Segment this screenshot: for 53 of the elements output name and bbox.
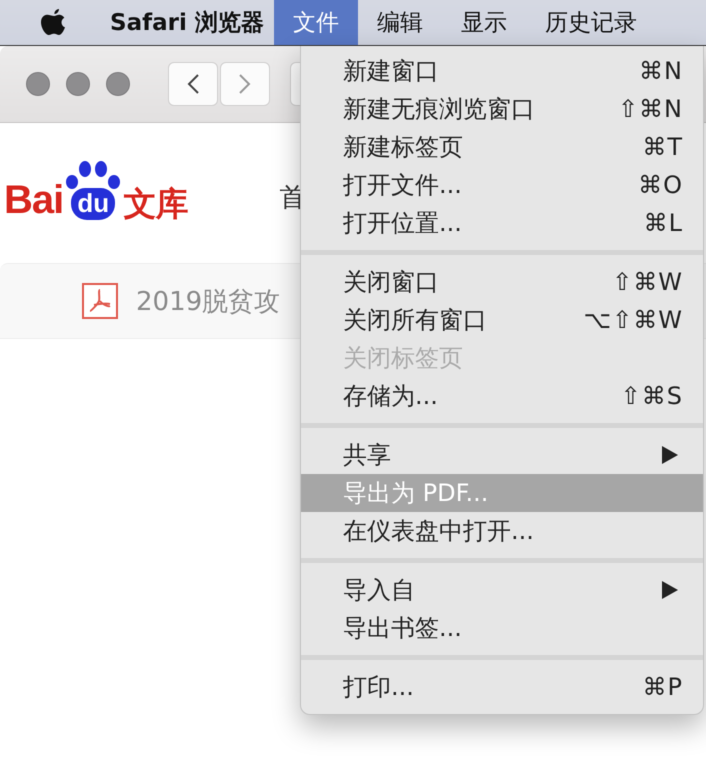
shortcut-text: ⌘N [639, 57, 683, 85]
menu-item[interactable]: 关闭所有窗口 ⌥⇧⌘W [301, 301, 703, 339]
menu-item-label: 共享 [343, 440, 392, 471]
menu-item[interactable]: 新建标签页 ⌘T [301, 128, 703, 166]
menu-item-label: 新建标签页 [343, 132, 464, 163]
chevron-right-icon [238, 73, 252, 95]
menu-item-label: 导出为 PDF... [343, 478, 490, 509]
menu-item[interactable]: 存储为... ⇧⌘S [301, 377, 703, 415]
menu-bar-item[interactable]: 历史记录 [526, 0, 656, 45]
shortcut-text: ⇧⌘N [618, 95, 683, 123]
menu-item-label: 导出书签... [343, 613, 463, 644]
chevron-left-icon [186, 73, 200, 95]
menu-item-label: 新建无痕浏览窗口 [343, 94, 536, 125]
minimize-button[interactable] [66, 72, 90, 96]
back-button[interactable] [168, 62, 218, 106]
menu-item-label: 存储为... [343, 381, 439, 412]
menu-item-label: 关闭所有窗口 [343, 305, 488, 336]
menu-item[interactable]: 打印... ⌘P [301, 668, 703, 706]
shortcut-text: ⇧⌘S [620, 382, 683, 410]
menu-item-label: 在仪表盘中打开... [343, 516, 535, 547]
pdf-icon [82, 283, 118, 319]
logo-text: du [71, 188, 116, 220]
menu-item-label: 导入自 [343, 575, 416, 606]
menu-bar-item[interactable]: 显示 [442, 0, 526, 45]
menu-item[interactable]: 在仪表盘中打开... [301, 512, 703, 550]
menu-item[interactable]: 打开文件... ⌘O [301, 166, 703, 204]
menu-item[interactable]: 导出书签... [301, 609, 703, 647]
menu-item-label: 打开文件... [343, 170, 463, 201]
shortcut-text: ⇧⌘W [612, 268, 683, 296]
menu-item-label: 关闭窗口 [343, 267, 440, 298]
menu-item[interactable]: 新建窗口 ⌘N [301, 52, 703, 90]
shortcut-text: ⌘P [642, 673, 683, 701]
menu-item-label: 关闭标签页 [343, 343, 464, 374]
app-menu[interactable]: Safari 浏览器 [98, 0, 274, 45]
menu-item[interactable]: 打开位置... ⌘L [301, 204, 703, 242]
close-button[interactable] [26, 72, 50, 96]
shortcut-text: ⌘L [644, 209, 683, 237]
menu-item[interactable]: 导入自 [301, 571, 703, 609]
menu-item-label: 打印... [343, 672, 415, 703]
shortcut-text: ⌘T [642, 133, 683, 161]
menu-item[interactable]: 共享 [301, 436, 703, 474]
logo-text: Bai [4, 180, 64, 220]
shortcut-text: ⌥⇧⌘W [584, 306, 683, 334]
menu-bar-item[interactable]: 文件 [274, 0, 358, 45]
menu-item[interactable]: 新建无痕浏览窗口 ⇧⌘N [301, 90, 703, 128]
shortcut-text: ⌘O [638, 171, 683, 199]
document-title: 2019脱贫攻 [136, 286, 280, 318]
menu-bar-item[interactable]: 编辑 [358, 0, 442, 45]
menu-item-label: 打开位置... [343, 208, 463, 239]
menu-item[interactable]: 关闭窗口 ⇧⌘W [301, 263, 703, 301]
zoom-button[interactable] [106, 72, 130, 96]
menu-item-label: 新建窗口 [343, 56, 440, 87]
logo-text: 文库 [123, 187, 188, 220]
